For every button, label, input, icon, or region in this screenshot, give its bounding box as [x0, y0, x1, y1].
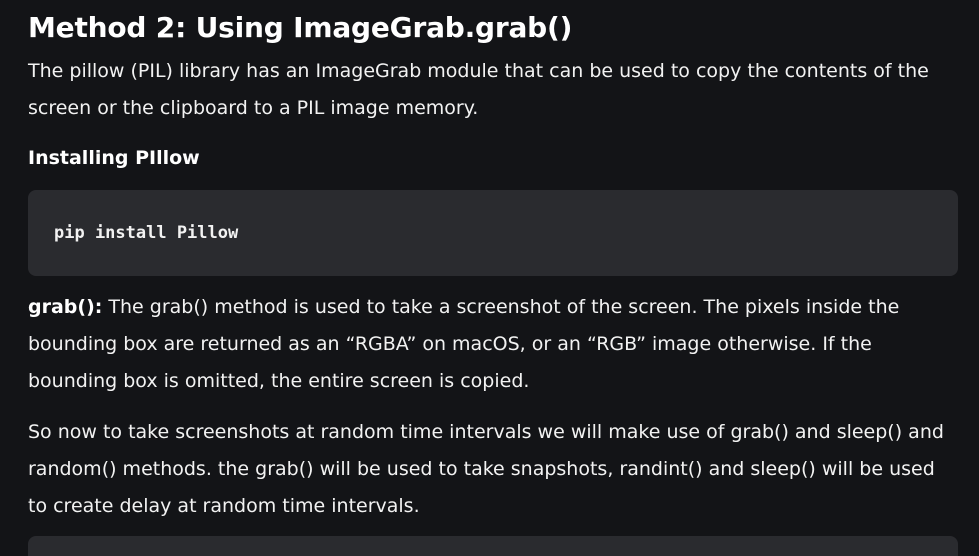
- intro-paragraph: The pillow (PIL) library has an ImageGra…: [28, 60, 929, 119]
- grab-description: The grab() method is used to take a scre…: [28, 296, 900, 392]
- grab-term: grab():: [28, 296, 103, 318]
- closing-paragraph: So now to take screenshots at random tim…: [28, 421, 944, 517]
- subheading: Installing PIllow: [28, 147, 200, 169]
- section-heading: Method 2: Using ImageGrab.grab(): [28, 11, 573, 44]
- code-text: pip install Pillow: [54, 223, 239, 243]
- grab-paragraph: grab(): The grab() method is used to tak…: [28, 289, 958, 400]
- next-code-block: [28, 536, 958, 556]
- code-block[interactable]: pip install Pillow: [28, 190, 958, 276]
